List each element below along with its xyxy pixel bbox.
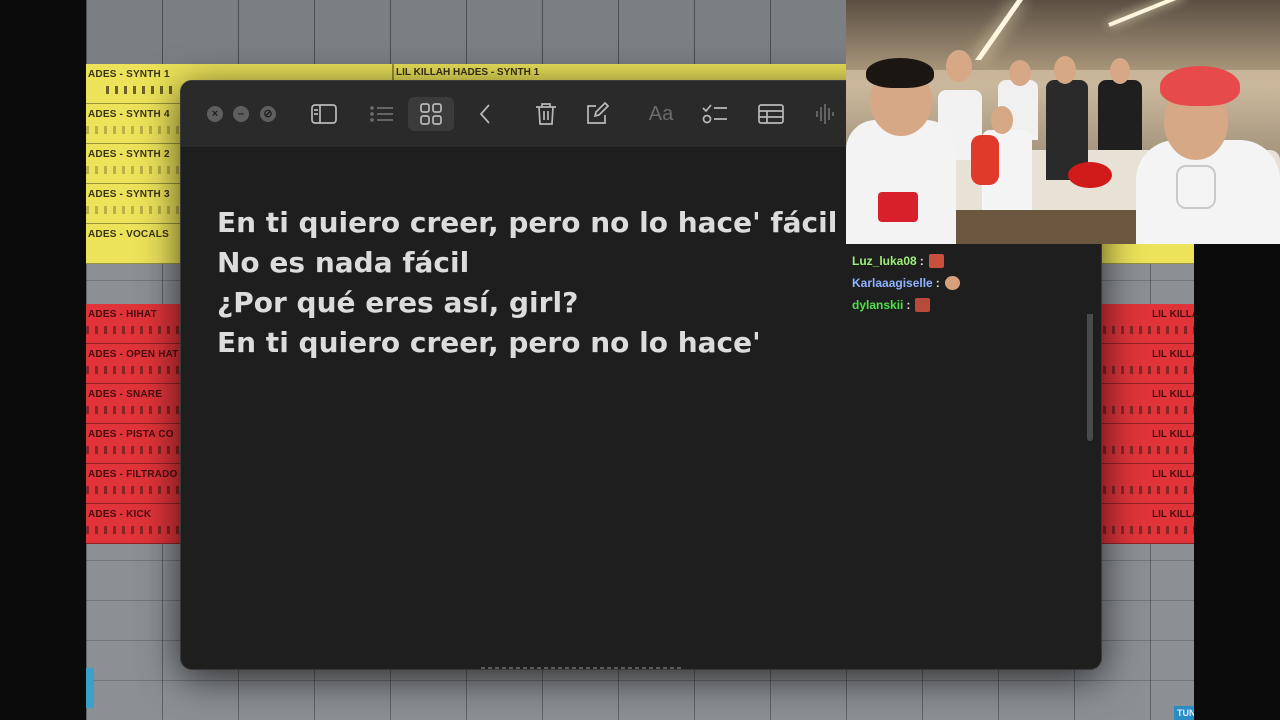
window-bottom-edge [481,667,681,669]
person [1098,80,1142,150]
chat-message: dylanskii : [852,294,960,316]
chat-username: Luz_luka08 [852,254,917,268]
person-head [1054,56,1076,84]
back-chevron-icon[interactable] [470,99,500,129]
track-label: ADES - SYNTH 4 [88,109,170,120]
chat-username: dylanskii [852,298,904,312]
close-icon[interactable]: × [207,106,223,122]
emote-icon [928,254,944,268]
clip-label: LIL KILLA [1152,309,1194,320]
track-label: ADES - HIHAT [88,309,157,320]
person-hair [866,58,934,88]
jersey-logo [878,192,918,222]
track-label: ADES - PISTA CO [88,429,174,440]
compose-icon[interactable] [582,99,612,129]
clip-label: LIL KILLA [1152,389,1194,400]
chat-separator: : [906,298,911,312]
sidebar-icon[interactable] [309,99,339,129]
chat-username: Karlaaagiselle [852,276,933,290]
gallery-view-icon[interactable] [408,97,454,131]
person-head [991,106,1013,134]
red-plush [971,135,999,185]
lyric-line: En ti quiero creer, pero no lo hace' [217,326,761,359]
person-head [1110,58,1130,84]
emote-icon [944,276,960,290]
chain-necklace [1176,165,1216,209]
person-foreground-left [846,120,956,244]
track-label: ADES - VOCALS [88,229,169,240]
clip-label: LIL KILLAH HADES - SYNTH 1 [396,67,540,78]
chat-message: Luz_luka08 : [852,250,960,272]
format-icon[interactable]: Aa [646,99,676,129]
track-label: ADES - SYNTH 1 [88,69,170,80]
chat-message: Karlaaagiselle : [852,272,960,294]
track-label: ADES - SYNTH 2 [88,149,170,160]
red-pillow [1068,162,1112,188]
track-label: ADES - SYNTH 3 [88,189,170,200]
person-hair-red [1160,66,1240,106]
person-head [1009,60,1031,86]
clip-label: LIL KILLA [1152,429,1194,440]
track-label: ADES - OPEN HAT [88,349,179,360]
audio-icon[interactable] [810,99,840,129]
chat-separator: : [935,276,940,290]
clip-label: LIL KILLA [1152,469,1194,480]
emote-icon [915,298,931,312]
track-label: ADES - SNARE [88,389,163,400]
webcam-overlay [846,0,1280,244]
clip-marker [86,668,94,708]
checklist-icon[interactable] [700,99,730,129]
clip-label: LIL KILLA [1152,349,1194,360]
zoom-icon[interactable]: ⊘ [260,106,276,122]
chat-feed: Luz_luka08 : Karlaaagiselle : dylanskii … [852,250,960,316]
track-label: ADES - KICK [88,509,152,520]
minimize-icon[interactable]: – [233,106,249,122]
table-icon[interactable] [756,99,786,129]
track-label: ADES - FILTRADO [88,469,178,480]
chat-separator: : [919,254,924,268]
person-head [946,50,972,82]
trash-icon[interactable] [531,99,561,129]
format-glyph: Aa [648,102,674,125]
list-view-icon[interactable] [367,99,397,129]
midi-notes [106,86,174,94]
clip-label: LIL KILLA [1152,509,1194,520]
